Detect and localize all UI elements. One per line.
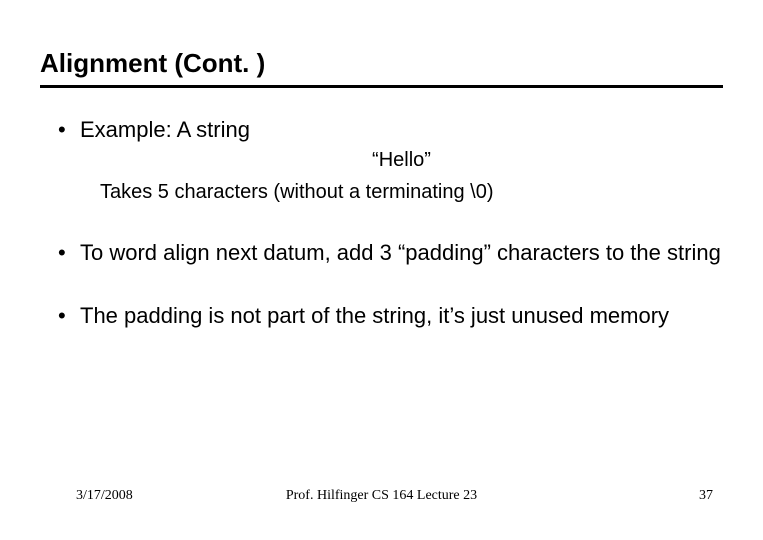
slide-title: Alignment (Cont. ) [40, 48, 723, 79]
bullet-item: The padding is not part of the string, i… [58, 302, 723, 330]
slide-footer: 3/17/2008 Prof. Hilfinger CS 164 Lecture… [0, 488, 763, 504]
title-rule [40, 85, 723, 88]
bullet-text: Example: A string [80, 117, 250, 142]
bullet-item: Example: A string “Hello” Takes 5 charac… [58, 116, 723, 205]
footer-page-number: 37 [699, 488, 713, 504]
footer-date: 3/17/2008 [76, 488, 133, 504]
bullet-item: To word align next datum, add 3 “padding… [58, 239, 723, 267]
bullet-text: To word align next datum, add 3 “padding… [80, 240, 721, 265]
bullet-text: The padding is not part of the string, i… [80, 303, 669, 328]
footer-center: Prof. Hilfinger CS 164 Lecture 23 [286, 488, 477, 504]
bullet-sub: Takes 5 characters (without a terminatin… [80, 180, 723, 206]
bullet-sub-center: “Hello” [80, 148, 723, 174]
bullet-list: Example: A string “Hello” Takes 5 charac… [40, 116, 723, 330]
